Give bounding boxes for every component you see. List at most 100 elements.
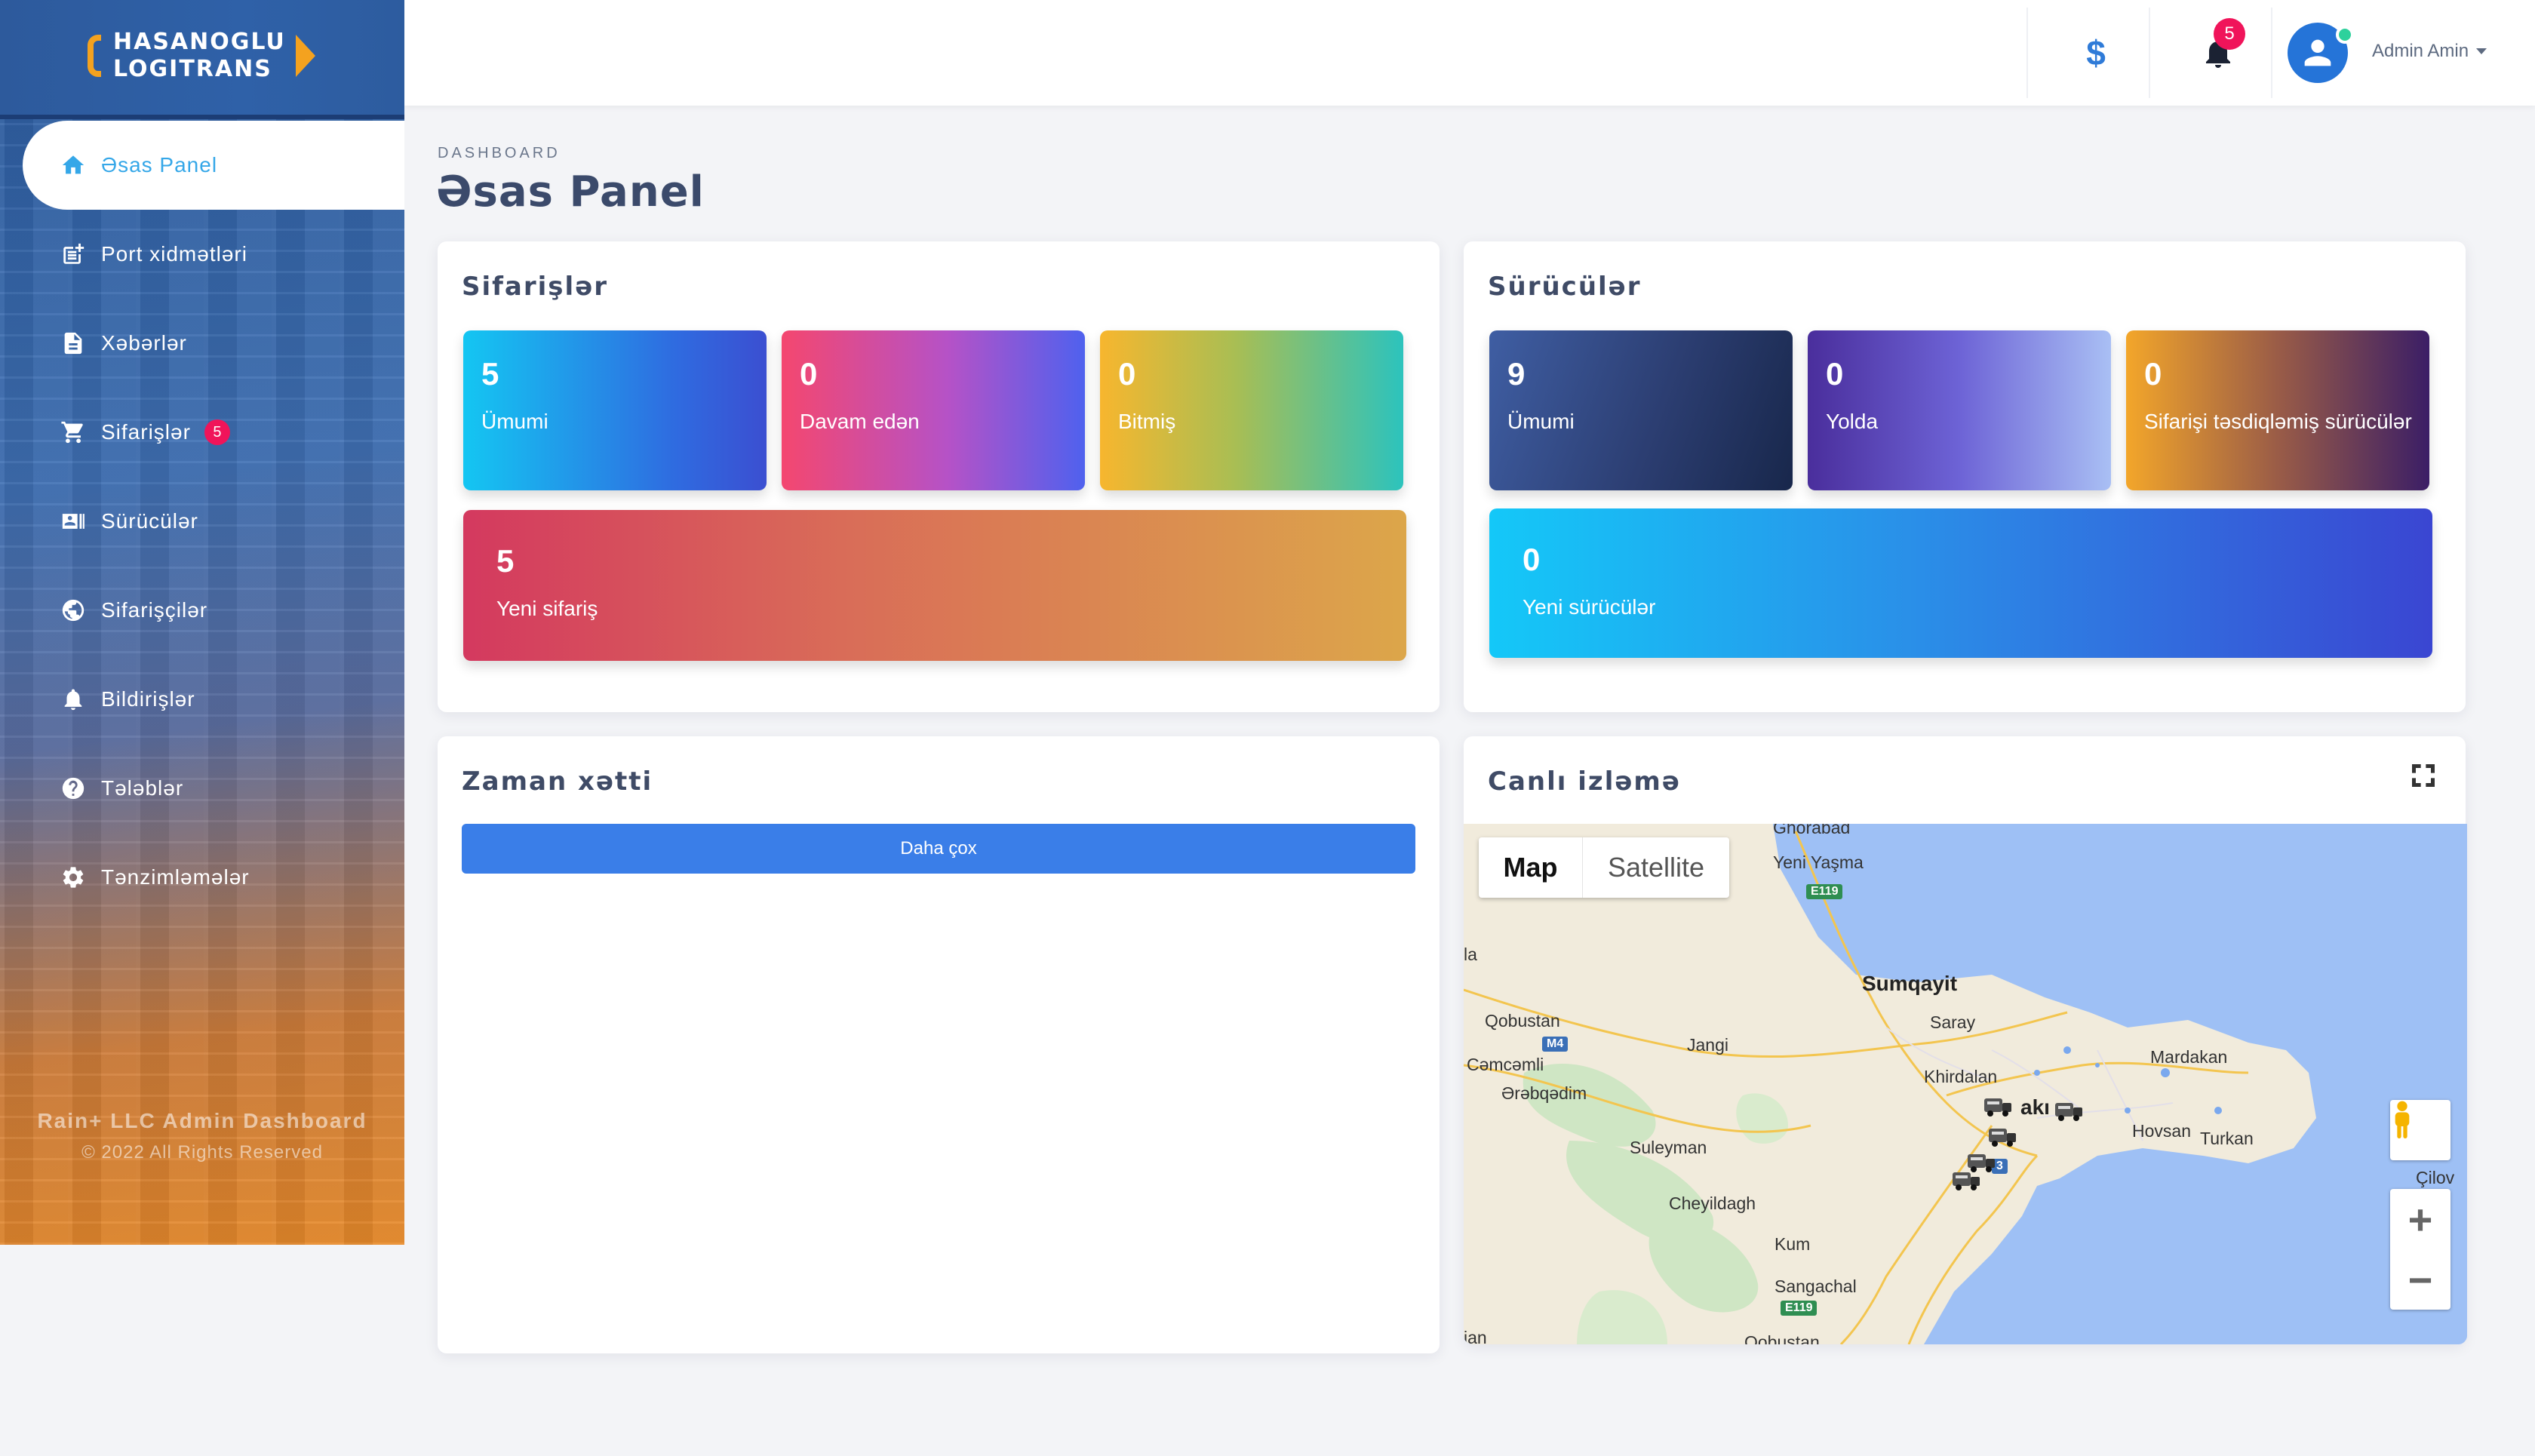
sidebar-item-label: Port xidmətləri	[101, 242, 247, 266]
sidebar-item-orders[interactable]: Sifarişlər 5	[0, 388, 404, 477]
sidebar-footer: Rain+ LLC Admin Dashboard © 2022 All Rig…	[0, 1109, 404, 1163]
sidebar-item-label: Bildirişlər	[101, 687, 195, 711]
drivers-new-stat[interactable]: 0 Yeni sürücülər	[1489, 508, 2432, 658]
sidebar-item-dashboard[interactable]: Əsas Panel	[23, 121, 404, 210]
timeline-card: Zaman xətti Daha çox	[438, 736, 1440, 1353]
orders-card: Sifarişlər 5 Ümumi 0 Davam edən 0 Bitmiş…	[438, 241, 1440, 712]
map-place-label: Turkan	[2200, 1129, 2254, 1148]
map-place-label: Khirdalan	[1924, 1067, 1998, 1086]
orders-new-stat[interactable]: 5 Yeni sifariş	[463, 510, 1406, 661]
truck-marker-icon[interactable]	[1951, 1166, 1981, 1192]
brand-logo[interactable]: HASANOGLU LOGITRANS	[0, 0, 404, 119]
header-divider	[2149, 8, 2150, 98]
stat-label: Bitmiş	[1118, 410, 1176, 433]
drivers-on-road-stat[interactable]: 0 Yolda	[1808, 330, 2111, 490]
online-status-dot	[2336, 26, 2354, 44]
street-view-pegman[interactable]	[2390, 1100, 2450, 1160]
drivers-total-stat[interactable]: 9 Ümumi	[1489, 330, 1793, 490]
sidebar-item-label: Xəbərlər	[101, 331, 187, 355]
user-menu-toggle[interactable]: Admin Amin	[2372, 41, 2487, 62]
map-type-satellite-button[interactable]: Satellite	[1583, 837, 1729, 898]
dollar-icon: $	[2086, 33, 2106, 72]
map-place-label: Çilov	[2416, 1168, 2455, 1187]
home-icon	[60, 152, 86, 178]
pegman-icon	[2395, 1101, 2410, 1138]
sidebar-item-label: Tənzimləmələr	[101, 865, 250, 889]
orders-in-progress-stat[interactable]: 0 Davam edən	[782, 330, 1085, 490]
map-place-label: Kum	[1774, 1234, 1811, 1254]
road-sign: E119	[1806, 884, 1843, 899]
logo-line-2: LOGITRANS	[113, 56, 272, 82]
header-divider	[2271, 8, 2272, 98]
sidebar-item-notifications[interactable]: Bildirişlər	[0, 655, 404, 744]
stat-value: 0	[2144, 356, 2162, 392]
timeline-card-title: Zaman xətti	[462, 766, 653, 797]
orders-completed-stat[interactable]: 0 Bitmiş	[1100, 330, 1403, 490]
stat-value: 0	[1826, 356, 1844, 392]
fullscreen-icon[interactable]	[2408, 760, 2438, 791]
map-place-label: Cəmcəmli	[1467, 1055, 1544, 1074]
orders-badge: 5	[204, 419, 230, 445]
map-type-map-button[interactable]: Map	[1479, 837, 1583, 898]
truck-marker-icon[interactable]	[1987, 1123, 2017, 1148]
sidebar-item-customers[interactable]: Sifarişçilər	[0, 566, 404, 655]
logo-text: HASANOGLU LOGITRANS	[113, 29, 286, 83]
stat-label: Yeni sürücülər	[1523, 595, 1656, 619]
truck-marker-icon[interactable]	[1983, 1092, 2013, 1118]
map-place-label: la	[1464, 945, 1477, 964]
stat-label: Davam edən	[800, 410, 920, 433]
zoom-out-button[interactable]: −	[2390, 1249, 2450, 1310]
currency-button[interactable]: $	[2072, 29, 2120, 77]
logo-bracket-icon	[88, 35, 101, 77]
map-place-label: Yeni Yaşma	[1773, 852, 1864, 872]
sidebar-nav: Əsas Panel Port xidmətləri Xəbərlər Sifa…	[0, 121, 404, 922]
map-place-label: Qobustan	[1485, 1011, 1560, 1031]
stat-value: 0	[800, 356, 818, 392]
stat-label: Yeni sifariş	[496, 597, 598, 620]
sidebar-item-requests[interactable]: Tələblər	[0, 744, 404, 833]
orders-total-stat[interactable]: 5 Ümumi	[463, 330, 767, 490]
logo-line-1: HASANOGLU	[113, 29, 286, 55]
road-sign: M4	[1542, 1037, 1569, 1052]
document-icon	[60, 330, 86, 356]
orders-card-title: Sifarişlər	[462, 272, 609, 302]
truck-marker-icon[interactable]	[2054, 1097, 2084, 1123]
sidebar-item-news[interactable]: Xəbərlər	[0, 299, 404, 388]
zoom-in-button[interactable]: +	[2390, 1189, 2450, 1249]
top-bar: $ 5 Admin Amin	[404, 0, 2535, 106]
map-place-label: Jangi	[1687, 1035, 1728, 1055]
more-button[interactable]: Daha çox	[462, 824, 1415, 874]
stat-value: 5	[496, 543, 515, 579]
map-place-label: Qobustan	[1744, 1332, 1820, 1344]
map-place-label: Hovsan	[2132, 1121, 2191, 1141]
stat-value: 0	[1523, 542, 1541, 577]
user-name: Admin Amin	[2372, 41, 2469, 61]
sidebar-item-label: Sifarişlər	[101, 420, 191, 444]
post-add-icon	[60, 241, 86, 267]
stat-value: 0	[1118, 356, 1136, 392]
sidebar: HASANOGLU LOGITRANS Əsas Panel Port xidm…	[0, 0, 404, 1245]
stat-label: Ümumi	[1507, 410, 1575, 433]
map-place-label: Mardakan	[2150, 1047, 2228, 1067]
page-title: Əsas Panel	[436, 167, 705, 217]
header-divider	[2026, 8, 2028, 98]
sidebar-item-label: Sürücülər	[101, 509, 198, 533]
drivers-confirmed-stat[interactable]: 0 Sifarişi təsdiqləmiş sürücülər	[2126, 330, 2429, 490]
cart-icon	[60, 419, 86, 445]
sidebar-item-port-services[interactable]: Port xidmətləri	[0, 210, 404, 299]
drivers-card-title: Sürücülər	[1488, 272, 1642, 302]
map-place-label: Ərəbqədim	[1501, 1083, 1587, 1103]
map-zoom-controls: + −	[2390, 1189, 2450, 1310]
help-icon	[60, 776, 86, 801]
sidebar-item-label: Sifarişçilər	[101, 598, 208, 622]
sidebar-item-drivers[interactable]: Sürücülər	[0, 477, 404, 566]
live-map[interactable]: Map Satellite Ghorabad Yeni Yaşma E119 l…	[1464, 824, 2467, 1344]
footer-title: Rain+ LLC Admin Dashboard	[37, 1109, 367, 1132]
map-place-label: Cheyildagh	[1669, 1193, 1756, 1213]
map-place-label: Ghorabad	[1773, 824, 1851, 837]
chevron-down-icon	[2476, 48, 2487, 54]
sidebar-item-settings[interactable]: Tənzimləmələr	[0, 833, 404, 922]
map-place-label: Saray	[1930, 1012, 1976, 1032]
bell-icon	[60, 687, 86, 712]
logo-arrow-icon	[296, 35, 315, 77]
